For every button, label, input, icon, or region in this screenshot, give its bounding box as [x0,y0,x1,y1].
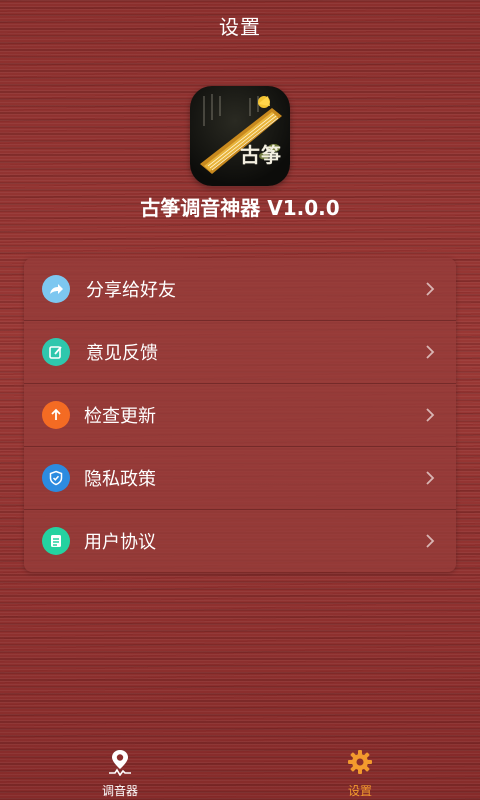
tab-label: 调音器 [101,784,138,798]
agreement-icon [42,527,70,555]
menu-item-feedback[interactable]: 意见反馈 [24,321,456,384]
tab-settings[interactable]: 设置 [320,742,400,800]
tuner-pin-icon [106,748,134,776]
feedback-icon [42,338,70,366]
bottom-tab-bar: 调音器 设置 [0,742,480,800]
menu-item-label: 用户协议 [84,532,156,553]
menu-item-privacy-policy[interactable]: 隐私政策 [24,447,456,510]
page-title: 设置 [219,14,261,39]
menu-item-label: 意见反馈 [86,343,158,364]
menu-item-label: 分享给好友 [86,280,176,301]
app-header: 古筝 古筝调音神器 V1.0.0 [0,86,480,220]
app-name-version: 古筝调音神器 V1.0.0 [140,195,340,220]
settings-menu: 分享给好友 意见反馈 检查更新 隐私政策 用户协议 [24,258,456,572]
chevron-right-icon [422,281,438,297]
title-bar: 设置 [0,0,480,50]
guzheng-illustration [200,94,282,174]
privacy-shield-icon [42,464,70,492]
share-icon [42,275,70,303]
tab-label: 设置 [347,784,372,798]
update-icon [42,401,70,429]
menu-item-label: 隐私政策 [84,469,156,490]
chevron-right-icon [422,344,438,360]
menu-item-share[interactable]: 分享给好友 [24,258,456,321]
menu-item-label: 检查更新 [84,406,156,427]
menu-item-check-update[interactable]: 检查更新 [24,384,456,447]
tab-tuner[interactable]: 调音器 [80,742,160,800]
app-icon-caption: 古筝 [240,143,282,167]
menu-item-user-agreement[interactable]: 用户协议 [24,510,456,572]
app-logo: 古筝 [190,86,290,186]
chevron-right-icon [422,470,438,486]
chevron-right-icon [422,407,438,423]
gear-icon [346,748,374,776]
chevron-right-icon [422,533,438,549]
